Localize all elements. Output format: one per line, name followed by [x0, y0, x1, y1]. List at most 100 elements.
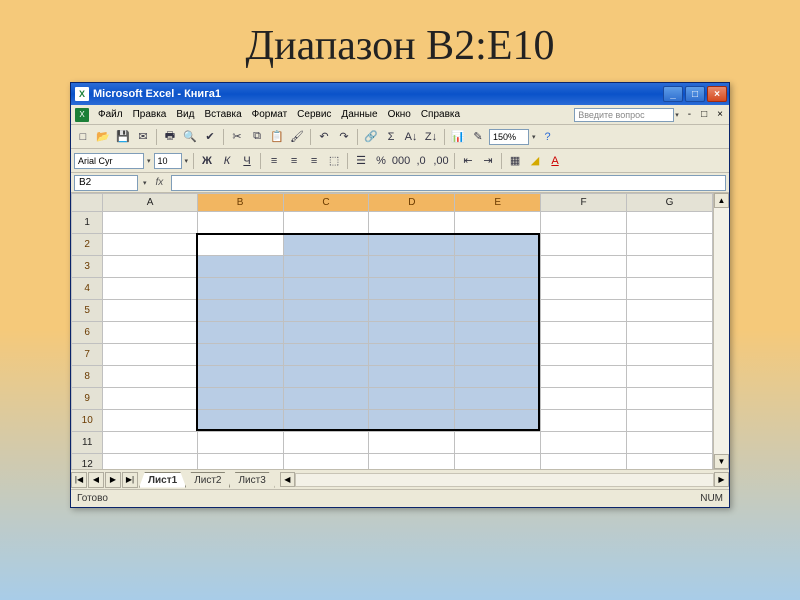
scroll-down-icon[interactable]: ▼: [714, 454, 729, 469]
cell-E4[interactable]: [455, 278, 541, 300]
row-header-4[interactable]: 4: [72, 278, 103, 300]
cell-B1[interactable]: [197, 212, 283, 234]
cell-B6[interactable]: [197, 322, 283, 344]
cell-E1[interactable]: [455, 212, 541, 234]
cell-G8[interactable]: [627, 366, 713, 388]
cell-G9[interactable]: [627, 388, 713, 410]
row-header-8[interactable]: 8: [72, 366, 103, 388]
cell-A5[interactable]: [103, 300, 197, 322]
cell-C4[interactable]: [283, 278, 369, 300]
cell-G6[interactable]: [627, 322, 713, 344]
cell-E6[interactable]: [455, 322, 541, 344]
cell-C8[interactable]: [283, 366, 369, 388]
window-titlebar[interactable]: X Microsoft Excel - Книга1 _ □ ×: [71, 83, 729, 105]
inc-indent-icon[interactable]: ⇥: [479, 152, 497, 170]
preview-icon[interactable]: 🔍: [181, 128, 199, 146]
italic-icon[interactable]: К: [218, 152, 236, 170]
menu-file[interactable]: Файл: [93, 107, 128, 122]
font-size-select[interactable]: 10: [154, 153, 182, 169]
help-icon[interactable]: ?: [539, 128, 557, 146]
cell-E11[interactable]: [455, 432, 541, 454]
scroll-right-icon[interactable]: ▶: [714, 472, 729, 487]
currency-icon[interactable]: ☰: [352, 152, 370, 170]
align-left-icon[interactable]: ≡: [265, 152, 283, 170]
row-header-3[interactable]: 3: [72, 256, 103, 278]
cell-E7[interactable]: [455, 344, 541, 366]
column-header-C[interactable]: C: [283, 194, 369, 212]
cell-G3[interactable]: [627, 256, 713, 278]
font-color-icon[interactable]: А: [546, 152, 564, 170]
cell-G10[interactable]: [627, 410, 713, 432]
cell-F10[interactable]: [541, 410, 627, 432]
cell-B3[interactable]: [197, 256, 283, 278]
column-header-E[interactable]: E: [455, 194, 541, 212]
cell-B2[interactable]: [197, 234, 283, 256]
column-header-D[interactable]: D: [369, 194, 455, 212]
minimize-button[interactable]: _: [663, 86, 683, 102]
cell-C3[interactable]: [283, 256, 369, 278]
cell-D12[interactable]: [369, 454, 455, 470]
cell-E2[interactable]: [455, 234, 541, 256]
fx-icon[interactable]: fx: [152, 177, 168, 188]
cell-A10[interactable]: [103, 410, 197, 432]
vertical-scrollbar[interactable]: ▲ ▼: [713, 193, 729, 469]
cell-G1[interactable]: [627, 212, 713, 234]
cell-B4[interactable]: [197, 278, 283, 300]
tab-nav-first-icon[interactable]: |◀: [71, 472, 87, 488]
name-box[interactable]: B2: [74, 175, 138, 191]
menu-tools[interactable]: Сервис: [292, 107, 336, 122]
row-header-9[interactable]: 9: [72, 388, 103, 410]
cell-F3[interactable]: [541, 256, 627, 278]
cell-B10[interactable]: [197, 410, 283, 432]
align-center-icon[interactable]: ≡: [285, 152, 303, 170]
formula-input[interactable]: [171, 175, 726, 191]
menu-edit[interactable]: Правка: [128, 107, 172, 122]
cell-G4[interactable]: [627, 278, 713, 300]
font-dropdown-icon[interactable]: ▾: [146, 157, 152, 165]
cell-C11[interactable]: [283, 432, 369, 454]
cell-A11[interactable]: [103, 432, 197, 454]
cell-E9[interactable]: [455, 388, 541, 410]
menu-window[interactable]: Окно: [383, 107, 416, 122]
menu-view[interactable]: Вид: [171, 107, 199, 122]
ask-question-input[interactable]: Введите вопрос: [574, 108, 674, 122]
bold-icon[interactable]: Ж: [198, 152, 216, 170]
cell-F5[interactable]: [541, 300, 627, 322]
cell-D1[interactable]: [369, 212, 455, 234]
cell-B7[interactable]: [197, 344, 283, 366]
cell-B5[interactable]: [197, 300, 283, 322]
font-name-select[interactable]: Arial Cyr: [74, 153, 144, 169]
cell-D2[interactable]: [369, 234, 455, 256]
percent-icon[interactable]: %: [372, 152, 390, 170]
row-header-12[interactable]: 12: [72, 454, 103, 470]
scroll-up-icon[interactable]: ▲: [714, 193, 729, 208]
format-painter-icon[interactable]: 🖌: [288, 128, 306, 146]
cell-A3[interactable]: [103, 256, 197, 278]
column-header-B[interactable]: B: [197, 194, 283, 212]
cell-C5[interactable]: [283, 300, 369, 322]
dec-decimal-icon[interactable]: ,00: [432, 152, 450, 170]
sheet-tab-3[interactable]: Лист3: [229, 472, 274, 488]
copy-icon[interactable]: ⧉: [248, 128, 266, 146]
cell-G2[interactable]: [627, 234, 713, 256]
cell-F8[interactable]: [541, 366, 627, 388]
cell-E10[interactable]: [455, 410, 541, 432]
underline-icon[interactable]: Ч: [238, 152, 256, 170]
comma-icon[interactable]: 000: [392, 152, 410, 170]
doc-restore-button[interactable]: □: [699, 109, 709, 120]
cell-B8[interactable]: [197, 366, 283, 388]
print-icon[interactable]: 🖶: [161, 128, 179, 146]
cell-F6[interactable]: [541, 322, 627, 344]
cell-A6[interactable]: [103, 322, 197, 344]
new-icon[interactable]: □: [74, 128, 92, 146]
cell-B11[interactable]: [197, 432, 283, 454]
column-header-G[interactable]: G: [627, 194, 713, 212]
cell-C2[interactable]: [283, 234, 369, 256]
spreadsheet-grid[interactable]: ABCDEFG123456789101112: [71, 193, 713, 469]
namebox-dropdown-icon[interactable]: ▾: [142, 179, 148, 187]
cell-D9[interactable]: [369, 388, 455, 410]
cell-A2[interactable]: [103, 234, 197, 256]
scroll-track[interactable]: [714, 208, 729, 454]
tab-nav-prev-icon[interactable]: ◀: [88, 472, 104, 488]
cell-D10[interactable]: [369, 410, 455, 432]
